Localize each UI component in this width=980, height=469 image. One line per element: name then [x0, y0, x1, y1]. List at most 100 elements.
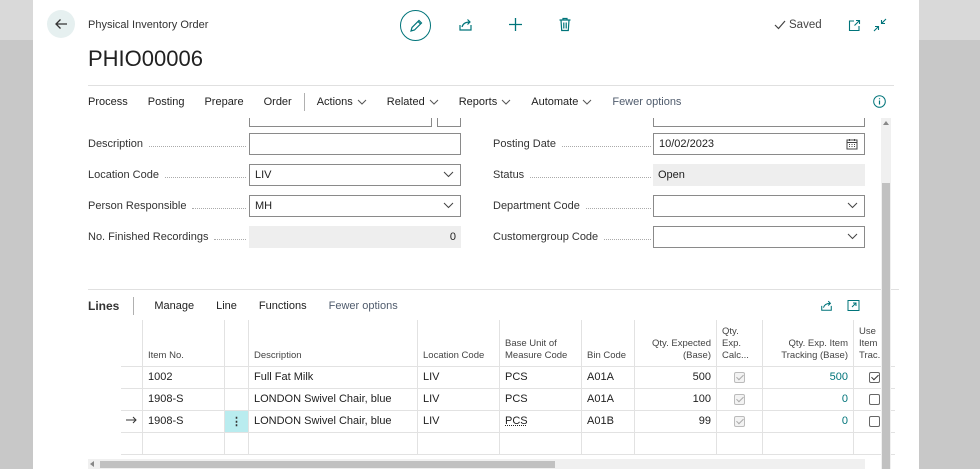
share-button[interactable] [457, 16, 473, 32]
cell-qty-exp-calc [716, 365, 763, 388]
cell-uom[interactable]: PCS [499, 365, 582, 388]
cell-empty[interactable] [417, 431, 500, 455]
lines-action-line[interactable]: Line [216, 300, 237, 312]
plus-icon [508, 17, 522, 31]
cell-empty[interactable] [716, 431, 763, 455]
action-related-menu[interactable]: Related [387, 96, 439, 108]
customergroup-code-select[interactable] [653, 226, 865, 248]
cell-qty-exp-tracking[interactable]: 0 [762, 409, 854, 432]
cell-bin[interactable]: A01A [581, 365, 635, 388]
scroll-left-icon[interactable] [90, 461, 95, 467]
cell-description[interactable]: LONDON Swivel Chair, blue [248, 387, 418, 410]
cell-item-no[interactable]: 1002 [142, 365, 225, 388]
cell-qty-exp-tracking[interactable]: 0 [762, 387, 854, 410]
new-button[interactable] [507, 16, 523, 32]
use-tracking-checkbox[interactable] [868, 393, 880, 405]
col-description[interactable]: Description [248, 320, 418, 366]
table-row-empty[interactable] [121, 431, 895, 455]
cell-description[interactable]: LONDON Swivel Chair, blue [248, 409, 418, 432]
cell-empty[interactable] [142, 431, 225, 455]
back-button[interactable] [47, 10, 75, 38]
cell-bin[interactable]: A01B [581, 409, 635, 432]
col-item-no[interactable]: Item No. [142, 320, 225, 366]
lines-title: Lines [88, 299, 120, 313]
action-reports-menu[interactable]: Reports [459, 96, 512, 108]
table-row[interactable]: 1002 Full Fat Milk LIV PCS A01A 500 500 [121, 365, 895, 388]
info-button[interactable] [873, 95, 886, 111]
collapse-button[interactable] [873, 18, 887, 32]
table-row[interactable]: 1908-S LONDON Swivel Chair, blue LIV PCS… [121, 387, 895, 410]
cell-uom[interactable]: PCS [499, 409, 582, 432]
action-prepare[interactable]: Prepare [204, 96, 243, 108]
cell-location-code[interactable]: LIV [417, 387, 500, 410]
cell-empty[interactable] [248, 431, 418, 455]
cell-empty[interactable] [224, 431, 249, 455]
cell-location-code[interactable]: LIV [417, 409, 500, 432]
cell-qty-exp-tracking[interactable]: 500 [762, 365, 854, 388]
scroll-up-icon[interactable] [883, 121, 889, 126]
cell-description[interactable]: Full Fat Milk [248, 365, 418, 388]
action-process[interactable]: Process [88, 96, 128, 108]
lines-action-fewer-options[interactable]: Fewer options [329, 300, 398, 312]
action-posting[interactable]: Posting [148, 96, 185, 108]
chevron-down-icon [443, 171, 454, 178]
lines-expand-button[interactable] [846, 298, 860, 312]
description-input[interactable] [249, 133, 461, 155]
action-order[interactable]: Order [264, 96, 292, 108]
cell-actions[interactable] [224, 365, 249, 388]
table-row-selected[interactable]: 1908-S ⋮ LONDON Swivel Chair, blue LIV P… [121, 409, 895, 432]
cell-item-no[interactable]: 1908-S [142, 387, 225, 410]
action-fewer-options[interactable]: Fewer options [612, 96, 681, 108]
col-location-code[interactable]: Location Code [417, 320, 500, 366]
chevron-down-icon [582, 99, 592, 105]
cell-empty[interactable] [634, 431, 717, 455]
page-card: Physical Inventory Order PHIO00006 Saved… [33, 0, 919, 469]
arrow-left-icon [55, 19, 67, 29]
scrolled-field-button [437, 118, 461, 127]
vertical-scroll-thumb[interactable] [882, 183, 890, 469]
department-code-label: Department Code [493, 200, 651, 212]
calendar-icon[interactable] [846, 138, 858, 150]
department-code-select[interactable] [653, 195, 865, 217]
posting-date-input[interactable]: 10/02/2023 [653, 133, 865, 155]
edit-button[interactable] [400, 10, 431, 41]
use-tracking-checkbox[interactable] [868, 415, 880, 427]
cell-location-code[interactable]: LIV [417, 365, 500, 388]
person-responsible-select[interactable]: MH [249, 195, 461, 217]
cell-empty[interactable] [581, 431, 635, 455]
row-actions-button[interactable]: ⋮ [224, 409, 249, 432]
action-actions-menu[interactable]: Actions [317, 96, 367, 108]
col-qty-exp-calc[interactable]: Qty. Exp. Calc... [716, 320, 763, 366]
col-qty-exp-tracking[interactable]: Qty. Exp. Item Tracking (Base) [762, 320, 854, 366]
lines-action-functions[interactable]: Functions [259, 300, 307, 312]
cell-bin[interactable]: A01A [581, 387, 635, 410]
person-responsible-label: Person Responsible [88, 200, 246, 212]
chevron-down-icon [429, 99, 439, 105]
chevron-down-icon [847, 202, 858, 209]
cell-uom[interactable]: PCS [499, 387, 582, 410]
col-qty-expected[interactable]: Qty. Expected (Base) [634, 320, 717, 366]
col-bin-code[interactable]: Bin Code [581, 320, 635, 366]
cell-actions[interactable] [224, 387, 249, 410]
description-label: Description [88, 138, 246, 150]
cell-item-no[interactable]: 1908-S [142, 409, 225, 432]
cell-qty-exp-calc [716, 409, 763, 432]
use-tracking-checkbox[interactable] [868, 371, 880, 383]
cell-empty[interactable] [762, 431, 854, 455]
horizontal-scroll-thumb[interactable] [100, 461, 555, 468]
status-value: Open [653, 164, 865, 186]
col-base-uom[interactable]: Base Unit of Measure Code [499, 320, 582, 366]
cell-empty[interactable] [499, 431, 582, 455]
lines-action-manage[interactable]: Manage [154, 300, 194, 312]
open-new-window-button[interactable] [847, 18, 861, 32]
row-indicator [121, 409, 143, 432]
lines-header: Lines Manage Line Functions Fewer option… [88, 297, 420, 315]
action-automate-menu[interactable]: Automate [531, 96, 592, 108]
delete-button[interactable] [557, 16, 573, 32]
location-code-label: Location Code [88, 169, 246, 181]
lines-horizontal-scrollbar[interactable] [88, 459, 865, 469]
lines-share-button[interactable] [819, 298, 833, 312]
qty-exp-calc-checkbox [734, 371, 745, 383]
location-code-select[interactable]: LIV [249, 164, 461, 186]
page-vertical-scrollbar[interactable] [881, 118, 891, 469]
